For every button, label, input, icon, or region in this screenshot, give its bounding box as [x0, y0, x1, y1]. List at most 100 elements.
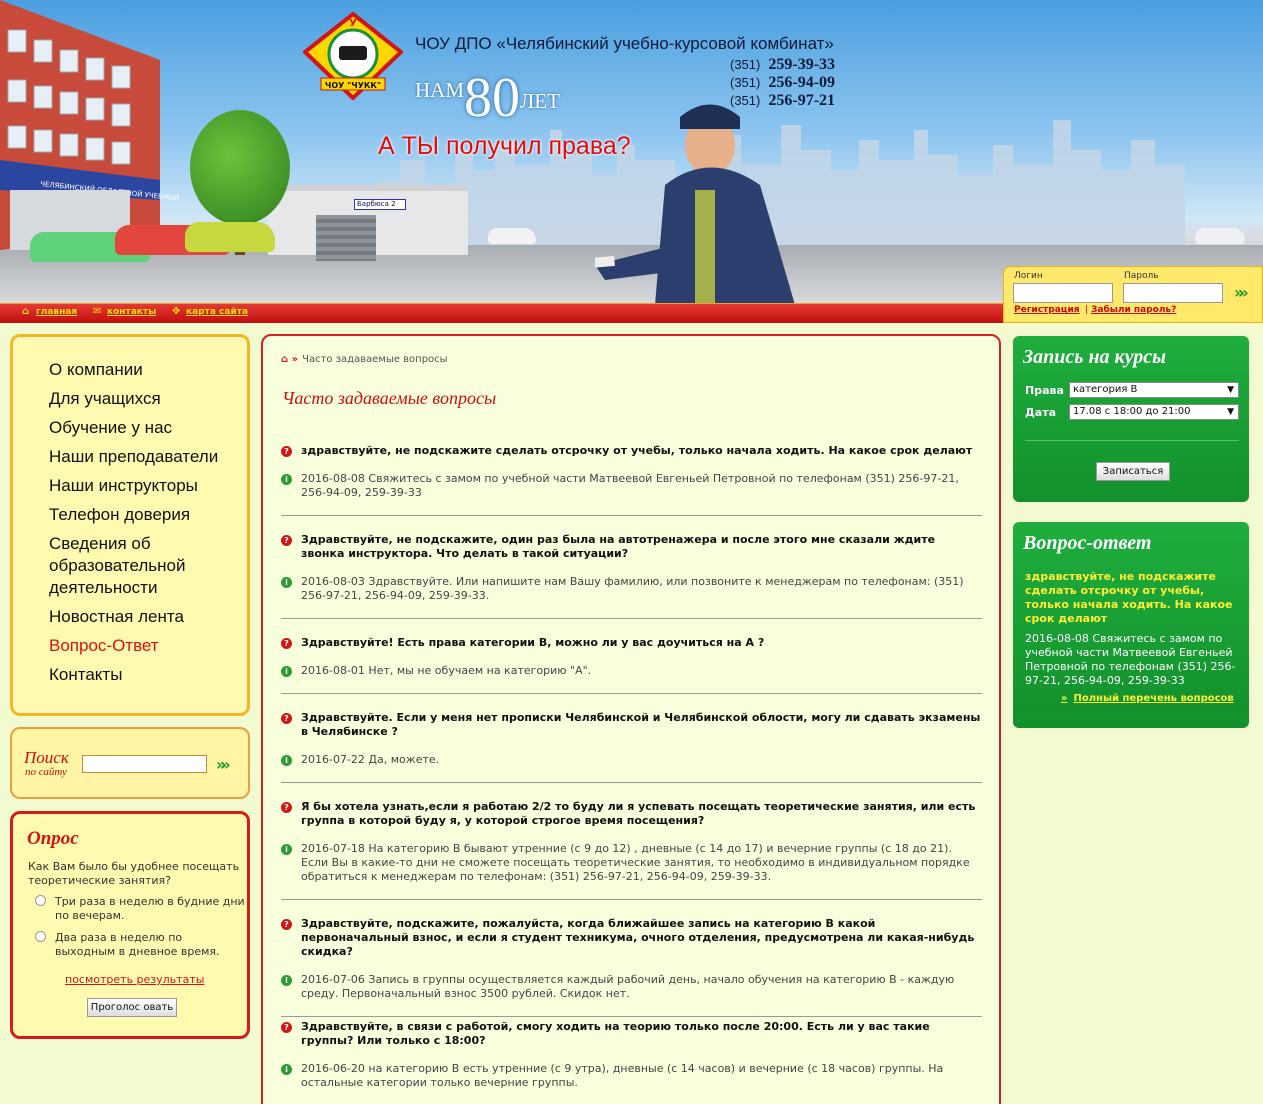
poll-question: Как Вам было бы удобнее посещать теорети… [28, 860, 240, 887]
divider [281, 618, 982, 619]
radio-button[interactable] [35, 895, 46, 906]
years-number: 80 [464, 67, 521, 129]
login-input[interactable] [1013, 283, 1113, 303]
register-link[interactable]: Регистрация [1014, 305, 1080, 315]
poll-option-2[interactable]: Два раза в неделю по выходным в дневное … [35, 931, 245, 959]
faq-question: Здравствуйте. Если у меня нет прописки Ч… [301, 711, 981, 738]
login-panel: Логин Пароль »» Регистрация | Забыли пар… [1003, 266, 1263, 323]
main-content: ⌂ » Часто задаваемые вопросы Часто задава… [261, 334, 1001, 1104]
faq-answer: 2016-07-06 Запись в группы осуществляетс… [301, 973, 955, 1000]
home-icon[interactable]: ⌂ » [281, 354, 298, 365]
divider [281, 782, 982, 783]
faq-item: ? Здравствуйте, не подскажите, один раз … [281, 533, 982, 619]
info-icon: i [281, 755, 292, 766]
traffic-officer [595, 104, 795, 303]
login-submit-arrow-icon[interactable]: »» [1234, 283, 1248, 302]
faq-answer: 2016-08-03 Здравствуйте. Или напишите на… [301, 575, 964, 602]
question-icon: ? [281, 802, 292, 813]
car-lime [185, 222, 275, 252]
faq-item: ? Я бы хотела узнать,если я работаю 2/2 … [281, 800, 982, 900]
school-logo: У ЧОУ "ЧУКК" [303, 12, 403, 100]
all-questions-link[interactable]: » Полный перечень вопросов [1061, 693, 1234, 704]
breadcrumb: ⌂ » Часто задаваемые вопросы [281, 354, 448, 365]
car-white [488, 228, 536, 244]
menu-item-teachers[interactable]: Наши преподаватели [49, 446, 239, 468]
faq-panel-question[interactable]: здравствуйте, не подскажите сделать отср… [1025, 570, 1235, 626]
question-icon: ? [281, 1022, 292, 1033]
rights-label: Права [1025, 384, 1064, 397]
menu-item-faq[interactable]: Вопрос-Ответ [49, 635, 239, 657]
login-label: Логин [1014, 271, 1043, 281]
faq-panel: Вопрос-ответ здравствуйте, не подскажите… [1011, 520, 1251, 730]
faq-item: ? Здравствуйте. Если у меня нет прописки… [281, 711, 982, 783]
faq-answer: 2016-08-01 Нет, мы не обучаем на категор… [301, 664, 592, 677]
faq-question: Здравствуйте, не подскажите, один раз бы… [301, 533, 936, 560]
svg-text:У: У [349, 18, 357, 29]
faq-question: здравствуйте, не подскажите сделать отср… [301, 444, 973, 457]
faq-question: Я бы хотела узнать,если я работаю 2/2 то… [301, 800, 976, 827]
question-icon: ? [281, 919, 292, 930]
menu-item-training[interactable]: Обучение у нас [49, 417, 239, 439]
phone-3: (351) 256-97-21 [730, 92, 836, 109]
rights-select[interactable]: категория B ▼ [1069, 382, 1239, 398]
menu-item-hotline[interactable]: Телефон доверия [49, 504, 239, 526]
password-input[interactable] [1123, 283, 1223, 303]
nav-contacts-link[interactable]: ✉ контакты [93, 306, 156, 318]
faq-answer: 2016-06-20 на категорию В есть утренние … [301, 1062, 944, 1089]
vote-button[interactable]: Проголос овать [87, 998, 177, 1017]
date-label: Дата [1025, 406, 1057, 419]
radio-button[interactable] [35, 931, 46, 942]
enroll-panel: Запись на курсы Права категория B ▼ Дата … [1011, 334, 1251, 504]
anniversary-badge: НАМ80ЛЕТ [415, 70, 560, 126]
info-icon: i [281, 844, 292, 855]
poll-title: Опрос [27, 828, 79, 849]
search-submit-arrow-icon[interactable]: »» [216, 755, 230, 774]
garage: Барбюса 2 [268, 185, 468, 261]
nav-sitemap-link[interactable]: ✥ карта сайта [172, 306, 248, 318]
search-subtitle: по сайту [25, 766, 67, 778]
street-sign: Барбюса 2 [354, 199, 406, 210]
divider [281, 515, 982, 516]
divider [281, 693, 982, 694]
info-icon: i [281, 1064, 292, 1075]
svg-text:ЧОУ "ЧУКК": ЧОУ "ЧУКК" [325, 81, 381, 90]
date-select[interactable]: 17.08 с 18:00 до 21:00 ▼ [1069, 404, 1239, 420]
menu-item-instructors[interactable]: Наши инструкторы [49, 475, 239, 497]
phone-2: (351) 256-94-09 [730, 74, 836, 91]
poll-option-1[interactable]: Три раза в неделю в будние дни по вечера… [35, 895, 245, 923]
search-title: Поиск [24, 748, 69, 767]
enroll-button[interactable]: Записаться [1096, 462, 1170, 481]
question-icon: ? [281, 535, 292, 546]
years-suffix: ЛЕТ [520, 89, 560, 113]
info-icon: i [281, 577, 292, 588]
forgot-password-link[interactable]: Забыли пароль? [1091, 305, 1176, 315]
dropdown-arrow-icon: ▼ [1227, 385, 1234, 395]
enroll-title: Запись на курсы [1023, 346, 1167, 368]
menu-item-education-info[interactable]: Сведения об образовательной деятельности [49, 533, 239, 599]
nav-home-link[interactable]: ⌂ главная [22, 306, 77, 318]
breadcrumb-current: Часто задаваемые вопросы [302, 354, 448, 365]
search-input[interactable] [82, 755, 207, 773]
sitemap-icon: ✥ [172, 306, 181, 317]
info-icon: i [281, 474, 292, 485]
info-icon: i [281, 666, 292, 677]
menu-item-news[interactable]: Новостная лента [49, 606, 239, 628]
slogan: А ТЫ получил права? [378, 132, 631, 160]
site-name: ЧОУ ДПО «Челябинский учебно-курсовой ком… [415, 34, 834, 53]
menu-item-about[interactable]: О компании [49, 359, 239, 381]
menu-item-contacts[interactable]: Контакты [49, 664, 239, 686]
home-icon: ⌂ [22, 306, 30, 317]
divider [281, 899, 982, 900]
sidebar-menu: О компании Для учащихся Обучение у нас Н… [10, 334, 250, 716]
menu-item-students[interactable]: Для учащихся [49, 388, 239, 410]
page-title: Часто задаваемые вопросы [282, 388, 497, 408]
faq-question: Здравствуйте! Есть права категории В, мо… [301, 636, 765, 649]
phone-1: (351) 259-39-33 [730, 56, 836, 73]
password-label: Пароль [1124, 271, 1159, 281]
faq-answer: 2016-08-08 Свяжитесь с замом по учебной … [301, 472, 959, 499]
faq-answer: 2016-07-22 Да, можете. [301, 753, 440, 766]
top-nav-bar: ⌂ главная ✉ контакты ✥ карта сайта [0, 303, 1003, 323]
poll-results-link[interactable]: посмотреть результаты [65, 973, 204, 986]
mail-icon: ✉ [93, 306, 102, 317]
double-arrow-icon: » [1061, 693, 1068, 704]
